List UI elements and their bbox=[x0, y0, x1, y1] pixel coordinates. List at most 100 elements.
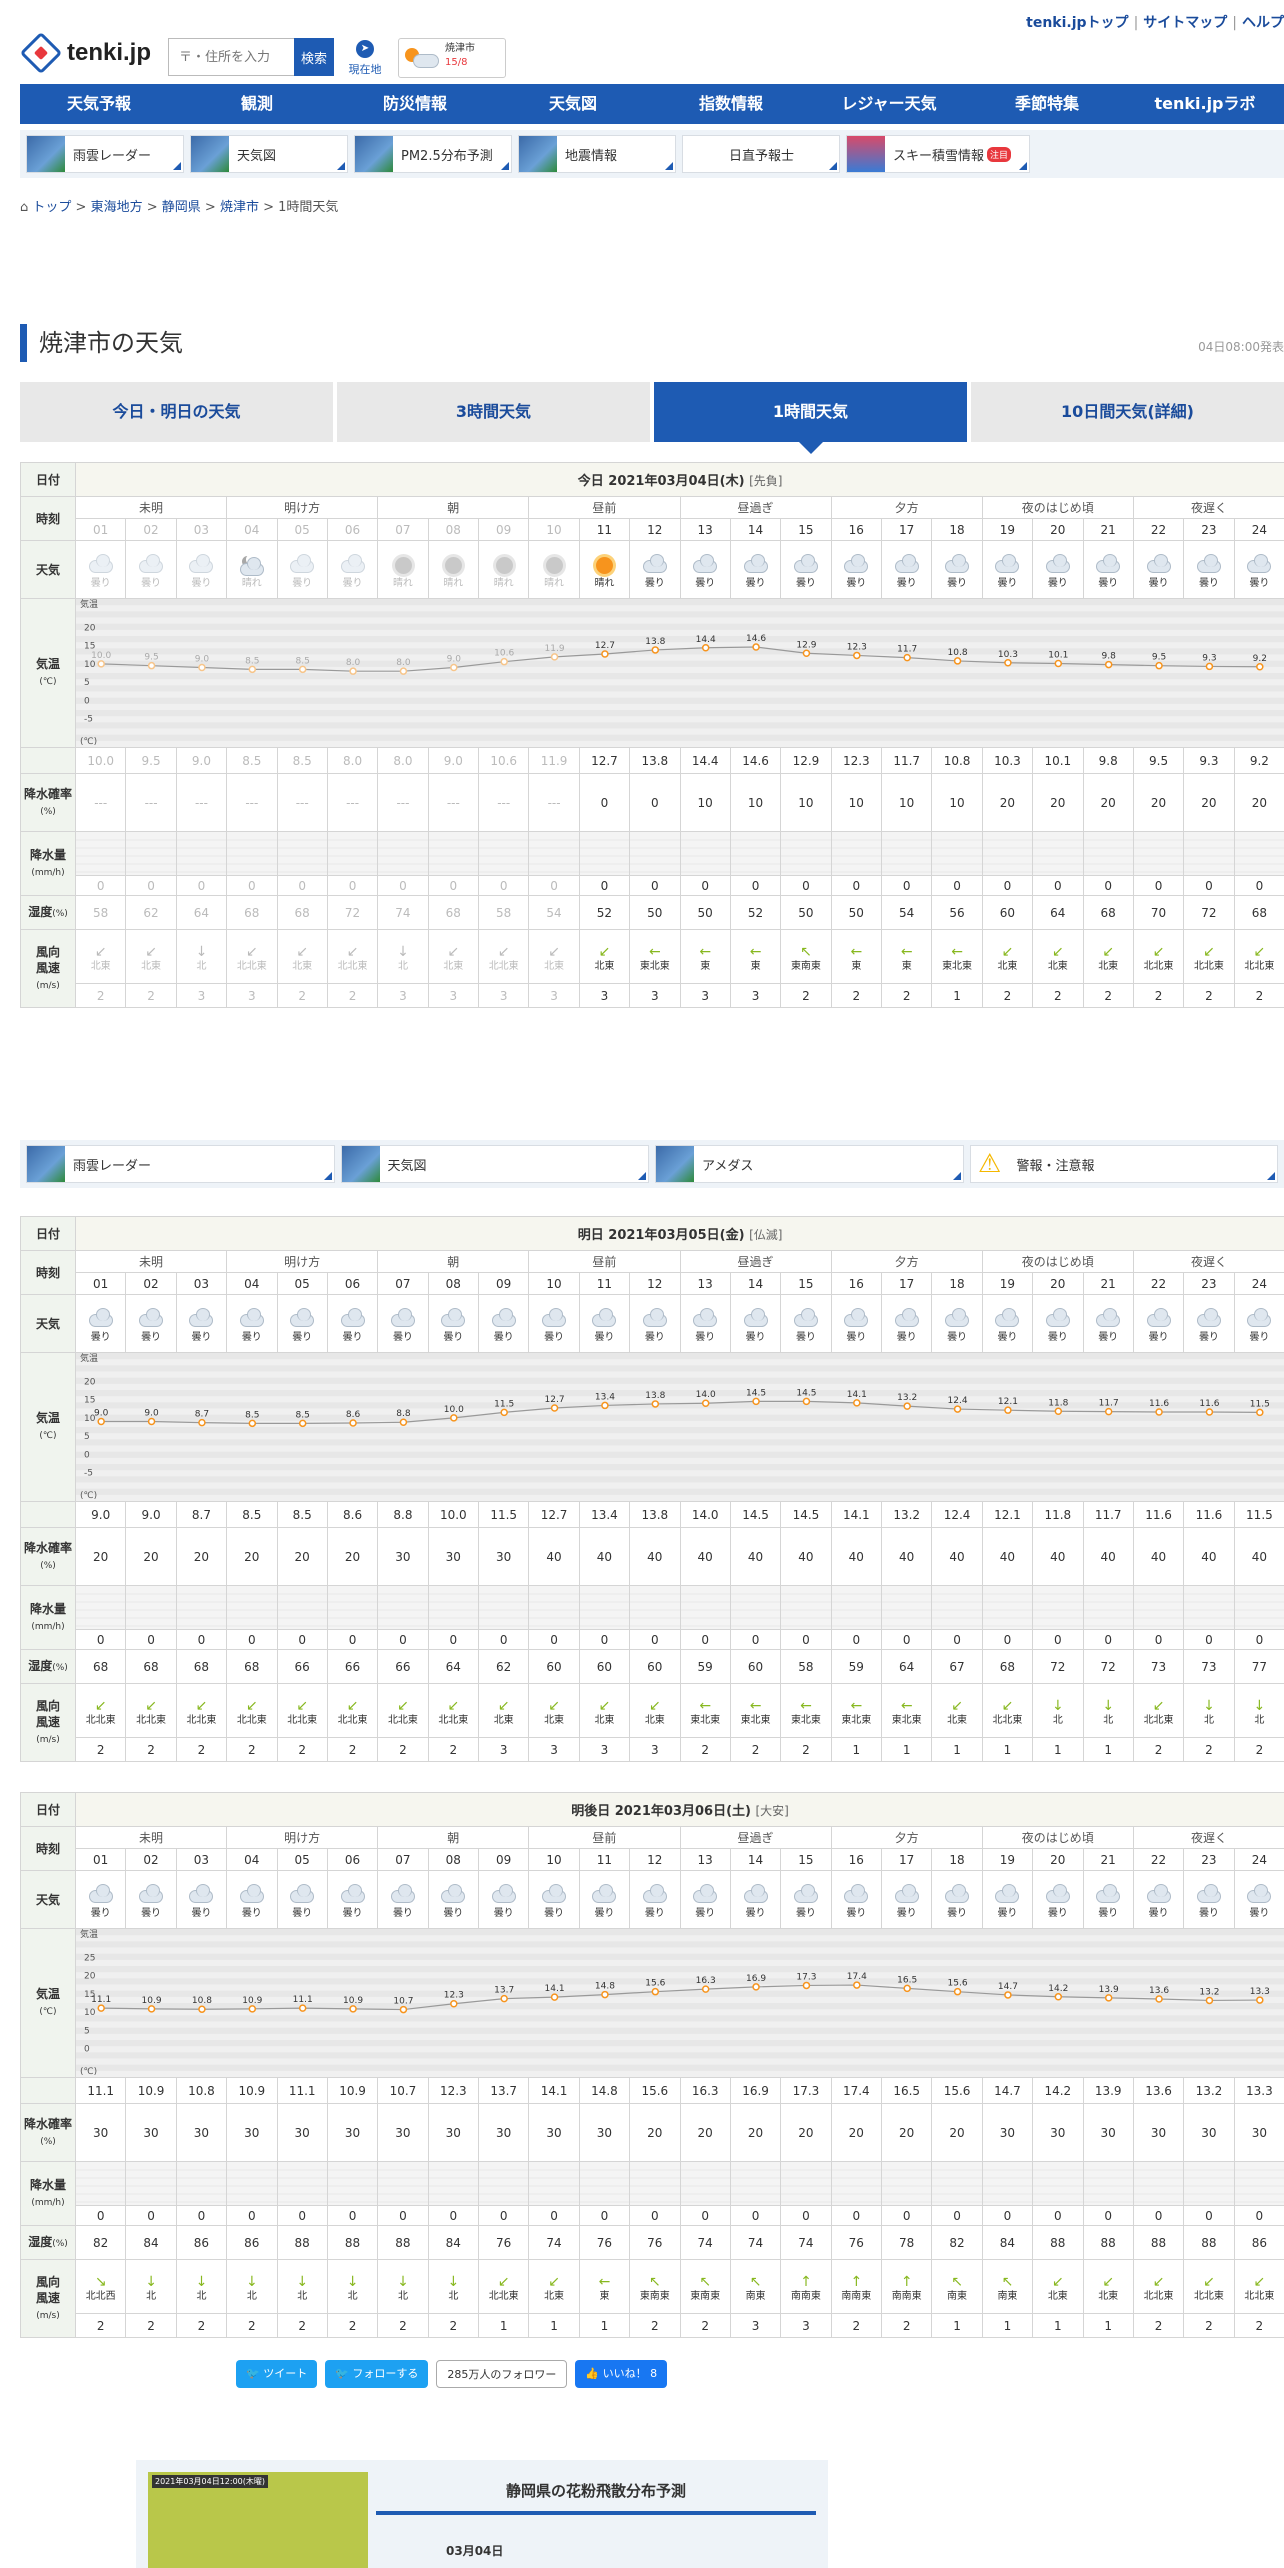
follow-button[interactable]: 🐦 フォローする bbox=[325, 2360, 429, 2388]
gnav-season[interactable]: 季節特集 bbox=[968, 84, 1126, 124]
wind-dir-cell: ↙ 北東 bbox=[629, 1683, 681, 1738]
precip-bar bbox=[125, 2161, 177, 2206]
crumb-yaizu[interactable]: 焼津市 bbox=[220, 200, 259, 215]
hour-cell: 23 bbox=[1183, 1848, 1235, 1871]
cloud-icon bbox=[1043, 1307, 1073, 1330]
temp-point bbox=[953, 657, 962, 665]
wind-dir-cell: ← 東北東 bbox=[679, 1683, 731, 1738]
wind-speed-cell: 3 bbox=[377, 983, 429, 1008]
temp-point bbox=[752, 1983, 760, 1991]
hour-cell: 21 bbox=[1082, 1272, 1134, 1295]
temp-cell: 12.3 bbox=[427, 2077, 480, 2104]
subnav2-amedas[interactable]: アメダス bbox=[655, 1145, 964, 1183]
gnav-forecast[interactable]: 天気予報 bbox=[20, 84, 178, 124]
tweet-button[interactable]: 🐦 ツイート bbox=[236, 2360, 318, 2388]
hour-cell: 06 bbox=[326, 1848, 379, 1871]
cloud-icon bbox=[992, 1883, 1022, 1906]
tab-10day[interactable]: 10日間天気(詳細) bbox=[971, 382, 1284, 442]
gnav-chart[interactable]: 天気図 bbox=[494, 84, 652, 124]
search-button[interactable]: 検索 bbox=[294, 38, 334, 76]
precip-cell: 0 bbox=[729, 875, 782, 896]
wind-dir-cell: ↙ 北北東 bbox=[377, 1683, 429, 1738]
hour-cell: 12 bbox=[629, 1848, 681, 1871]
hour-cell: 16 bbox=[830, 1272, 883, 1295]
row-label-humidity: 湿度(%) bbox=[20, 1649, 76, 1684]
like-button[interactable]: 👍 いいね！ 8 bbox=[575, 2360, 668, 2388]
cloud-icon bbox=[1194, 1307, 1224, 1330]
temp-cell: 9.0 bbox=[74, 1501, 127, 1528]
wind-arrow-icon: ↓ bbox=[195, 2273, 208, 2290]
wind-dir-cell: ↓ 北 bbox=[175, 929, 228, 984]
search-input[interactable] bbox=[168, 38, 294, 76]
prob-cell: 20 bbox=[931, 2103, 983, 2162]
prob-cell: 30 bbox=[125, 2103, 177, 2162]
temp-point bbox=[651, 1987, 660, 1996]
tenki-logo[interactable]: tenki.jp bbox=[19, 31, 151, 75]
precip-bar bbox=[1132, 831, 1185, 876]
precip-cell: 0 bbox=[125, 875, 177, 896]
temp-data-label: 10.9 bbox=[242, 1996, 262, 2006]
pm25-thumbnail-icon bbox=[355, 136, 393, 172]
subnav-earthquake[interactable]: 地震情報 bbox=[518, 135, 676, 173]
subnav-pm25[interactable]: PM2.5分布予測 bbox=[354, 135, 512, 173]
temp-point bbox=[550, 1404, 559, 1412]
subnav-forecaster[interactable]: 日直予報士 bbox=[682, 135, 840, 173]
pollen-map[interactable]: 2021年03月04日12:00(木曜) bbox=[148, 2472, 368, 2568]
cloud-icon bbox=[992, 1307, 1022, 1330]
weather-cell: 晴れ bbox=[528, 540, 580, 599]
gnav-leisure[interactable]: レジャー天気 bbox=[810, 84, 968, 124]
precip-bar bbox=[880, 831, 933, 876]
subnav2-weather-chart[interactable]: 天気図 bbox=[340, 1145, 649, 1183]
weather-cell: 曇り bbox=[175, 1294, 228, 1353]
top-link-help[interactable]: ヘルプ bbox=[1242, 15, 1284, 31]
top-link-home[interactable]: tenki.jpトップ bbox=[1026, 15, 1128, 31]
weather-cell: 曇り bbox=[830, 1870, 883, 1929]
gnav-disaster[interactable]: 防災情報 bbox=[336, 84, 494, 124]
subnav2-rain-radar[interactable]: 雨雲レーダー bbox=[26, 1145, 335, 1183]
tab-today-tomorrow[interactable]: 今日・明日の天気 bbox=[20, 382, 333, 442]
precip-cell: 0 bbox=[74, 875, 127, 896]
crumb-tokai[interactable]: 東海地方 bbox=[91, 200, 143, 215]
subnav-weather-chart[interactable]: 天気図 bbox=[190, 135, 348, 173]
crumb-top[interactable]: トップ bbox=[32, 200, 71, 215]
humidity-cell: 88 bbox=[326, 2225, 379, 2260]
humidity-cell: 68 bbox=[427, 895, 480, 930]
temp-cell: 14.0 bbox=[679, 1501, 731, 1528]
temp-point bbox=[399, 1418, 408, 1426]
gnav-observation[interactable]: 観測 bbox=[178, 84, 336, 124]
subnav-rain-radar[interactable]: 雨雲レーダー bbox=[26, 135, 184, 173]
humidity-cell: 73 bbox=[1132, 1649, 1185, 1684]
prob-cell: --- bbox=[477, 773, 530, 832]
cloud-icon bbox=[287, 1307, 317, 1330]
temp-data-label: 10.0 bbox=[444, 1405, 464, 1415]
subnav-ski[interactable]: スキー積雪情報 注目 bbox=[846, 135, 1030, 173]
temp-point bbox=[601, 1401, 609, 1410]
prob-cell: 30 bbox=[276, 2103, 328, 2162]
temp-cell: 13.3 bbox=[1233, 2077, 1284, 2104]
current-location-button[interactable]: ➤ 現在地 bbox=[340, 40, 390, 78]
wind-dir-cell: ↑ 南南東 bbox=[780, 2259, 832, 2314]
subnav2-warning[interactable]: ⚠ 警報・注意報 bbox=[969, 1145, 1278, 1183]
prob-cell: 10 bbox=[729, 773, 782, 832]
weather-cell: 曇り bbox=[880, 540, 933, 599]
weather-cell: 曇り bbox=[931, 1294, 983, 1353]
tab-3hour[interactable]: 3時間天気 bbox=[337, 382, 650, 442]
wind-speed-cell: 2 bbox=[679, 2313, 731, 2338]
humidity-cell: 88 bbox=[1132, 2225, 1185, 2260]
crumb-shizuoka[interactable]: 静岡県 bbox=[162, 200, 201, 215]
temp-data-label: 14.5 bbox=[796, 1388, 816, 1398]
humidity-cell: 86 bbox=[175, 2225, 228, 2260]
wind-speed-cell: 2 bbox=[629, 2313, 681, 2338]
wind-dir-cell: ↖ 東南東 bbox=[679, 2259, 731, 2314]
weather-cell: 曇り bbox=[629, 540, 681, 599]
top-link-sitemap[interactable]: サイトマップ bbox=[1143, 15, 1227, 31]
weather-cell: 曇り bbox=[175, 1870, 228, 1929]
precip-cell: 0 bbox=[276, 1629, 328, 1650]
tab-1hour[interactable]: 1時間天気 bbox=[654, 382, 967, 454]
mini-forecast[interactable]: 焼津市 15/8 bbox=[398, 38, 506, 78]
wind-dir-cell: ↖ 東南東 bbox=[780, 929, 832, 984]
weather-cell: 曇り bbox=[931, 1870, 983, 1929]
gnav-lab[interactable]: tenki.jpラボ bbox=[1126, 84, 1284, 124]
gnav-index[interactable]: 指数情報 bbox=[652, 84, 810, 124]
cloud-icon bbox=[388, 1883, 418, 1906]
